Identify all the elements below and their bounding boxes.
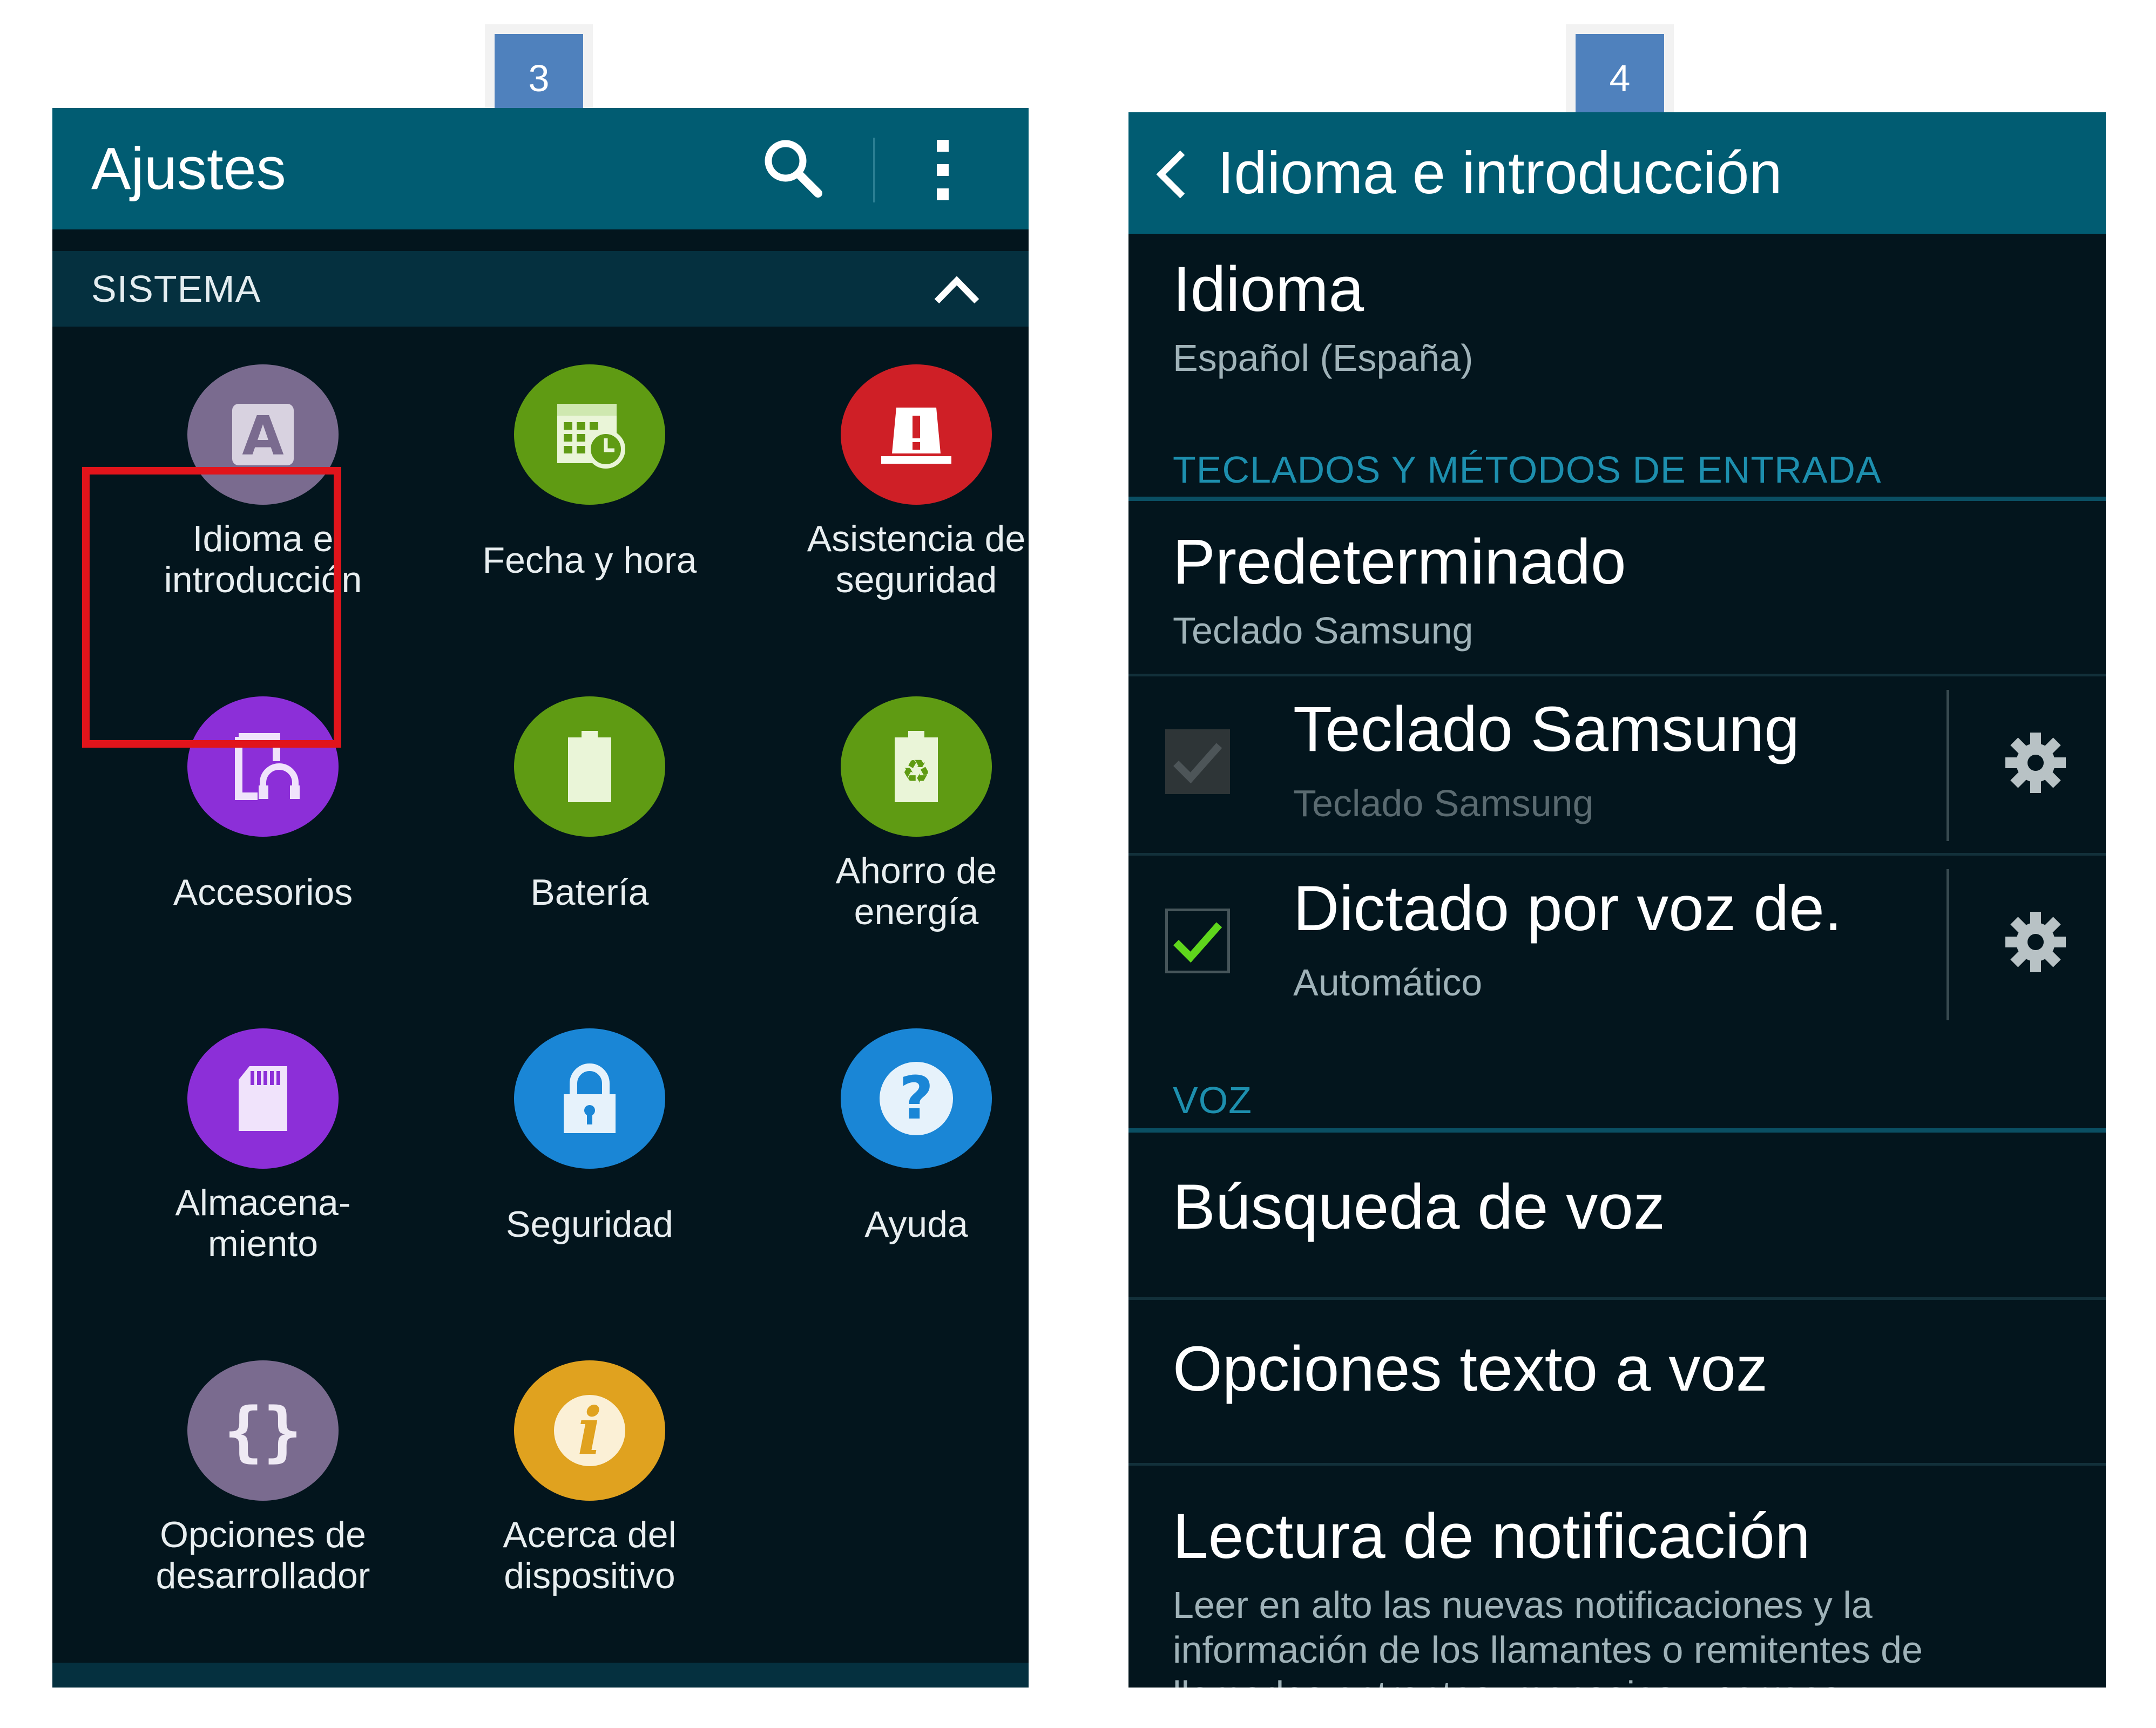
tile-date-time[interactable]: Fecha y hora	[428, 340, 752, 664]
svg-text:i: i	[577, 1393, 602, 1469]
row-value: Español (España)	[1173, 337, 1474, 379]
gear-icon[interactable]	[2003, 910, 2068, 974]
tile-battery[interactable]: Batería	[428, 672, 752, 996]
back-arrow-icon[interactable]	[1153, 147, 1191, 201]
svg-text:♻: ♻	[902, 753, 931, 791]
row-title: Predeterminado	[1173, 526, 1626, 598]
voice-dictation-row[interactable]: Dictado por voz de. Automático	[1128, 856, 2106, 1034]
tile-label: Opciones de desarrollador	[156, 1514, 370, 1596]
tile-developer-options[interactable]: {} Opciones de desarrollador	[101, 1336, 425, 1660]
tile-label: Accesorios	[173, 872, 353, 913]
tile-security[interactable]: Seguridad	[428, 1004, 752, 1328]
divider	[1128, 1463, 2106, 1466]
default-keyboard-row[interactable]: Predeterminado Teclado Samsung	[1128, 525, 2106, 660]
row-title: Lectura de notificación	[1173, 1501, 1810, 1572]
row-description: llamadas entrantes, mensajes y correos	[1173, 1673, 1841, 1688]
section-header-apps	[52, 1663, 1029, 1688]
tile-about-device[interactable]: i Acerca del dispositivo	[428, 1336, 752, 1660]
page-title: Ajustes	[91, 135, 286, 202]
storage-icon	[187, 1028, 339, 1169]
row-title: Dictado por voz de.	[1293, 873, 1842, 944]
vertical-divider	[1947, 869, 1949, 1020]
tile-label: Ahorro de energía	[835, 850, 997, 932]
tile-power-saving[interactable]: ♻ Ahorro de energía	[754, 672, 1029, 996]
power-saving-icon: ♻	[841, 696, 992, 837]
section-divider	[1128, 1128, 2106, 1133]
voice-search-row[interactable]: Búsqueda de voz	[1128, 1154, 2106, 1262]
language-row[interactable]: Idioma Español (España)	[1128, 253, 2106, 393]
language-input-screen: Idioma e introducción Idioma Español (Es…	[1128, 112, 2106, 1688]
siren-icon	[841, 364, 992, 505]
settings-screen: Ajustes SISTEMA A Idioma eintroducción	[52, 108, 1029, 1688]
samsung-keyboard-row[interactable]: Teclado Samsung Teclado Samsung	[1128, 676, 2106, 855]
tile-storage[interactable]: Almacena-miento	[101, 1004, 425, 1328]
section-voice: VOZ	[1173, 1079, 1252, 1121]
gear-icon[interactable]	[2003, 730, 2068, 795]
search-icon[interactable]	[760, 135, 824, 200]
more-options-icon[interactable]	[932, 138, 954, 202]
check-icon	[1173, 743, 1222, 784]
row-value: Automático	[1293, 961, 1483, 1004]
toolbar-divider	[873, 138, 875, 202]
tile-label: Almacena-miento	[175, 1182, 351, 1264]
check-icon	[1173, 922, 1222, 963]
tile-label: Asistencia de seguridad	[807, 518, 1026, 600]
svg-text:A: A	[242, 404, 283, 467]
svg-text:?: ?	[899, 1063, 934, 1133]
vertical-divider	[1947, 690, 1949, 841]
voice-dictation-checkbox[interactable]	[1165, 909, 1230, 973]
row-title: Idioma	[1173, 254, 1364, 325]
calendar-clock-icon	[514, 364, 665, 505]
tile-label: Ayuda	[864, 1204, 968, 1245]
row-title: Teclado Samsung	[1293, 694, 1800, 765]
tile-safety-assistance[interactable]: Asistencia de seguridad	[754, 340, 1029, 664]
chevron-up-icon[interactable]	[932, 270, 981, 308]
tile-help[interactable]: ? Ayuda	[754, 1004, 1029, 1328]
row-value: Teclado Samsung	[1173, 609, 1474, 652]
lock-icon	[514, 1028, 665, 1169]
tile-label: Seguridad	[505, 1204, 674, 1245]
section-keyboards: TECLADOS Y MÉTODOS DE ENTRADA	[1173, 449, 1882, 491]
app-bar: Ajustes	[52, 108, 1029, 229]
section-label: SISTEMA	[91, 268, 261, 310]
section-header-system[interactable]: SISTEMA	[52, 251, 1029, 327]
row-value: Teclado Samsung	[1293, 782, 1594, 824]
page-title: Idioma e introducción	[1218, 140, 1782, 206]
section-divider	[1128, 497, 2106, 501]
info-icon: i	[514, 1360, 665, 1501]
developer-icon: {}	[187, 1360, 339, 1501]
tts-options-row[interactable]: Opciones texto a voz	[1128, 1316, 2106, 1424]
samsung-keyboard-checkbox[interactable]	[1165, 729, 1230, 794]
row-title: Búsqueda de voz	[1173, 1171, 1665, 1243]
tile-label: Fecha y hora	[482, 540, 697, 581]
tile-label: Batería	[530, 872, 649, 913]
row-description: Leer en alto las nuevas notificaciones y…	[1173, 1584, 1873, 1626]
row-description: información de los llamantes o remitente…	[1173, 1629, 1923, 1671]
highlight-box	[82, 467, 341, 748]
svg-text:{}: {}	[224, 1395, 302, 1466]
divider	[1128, 1297, 2106, 1300]
step-number: 4	[1576, 34, 1664, 123]
battery-icon	[514, 696, 665, 837]
help-icon: ?	[841, 1028, 992, 1169]
app-bar: Idioma e introducción	[1128, 112, 2106, 234]
row-title: Opciones texto a voz	[1173, 1333, 1768, 1405]
notification-reading-row[interactable]: Lectura de notificación Leer en alto las…	[1128, 1478, 2106, 1688]
tile-label: Acerca del dispositivo	[503, 1514, 677, 1596]
